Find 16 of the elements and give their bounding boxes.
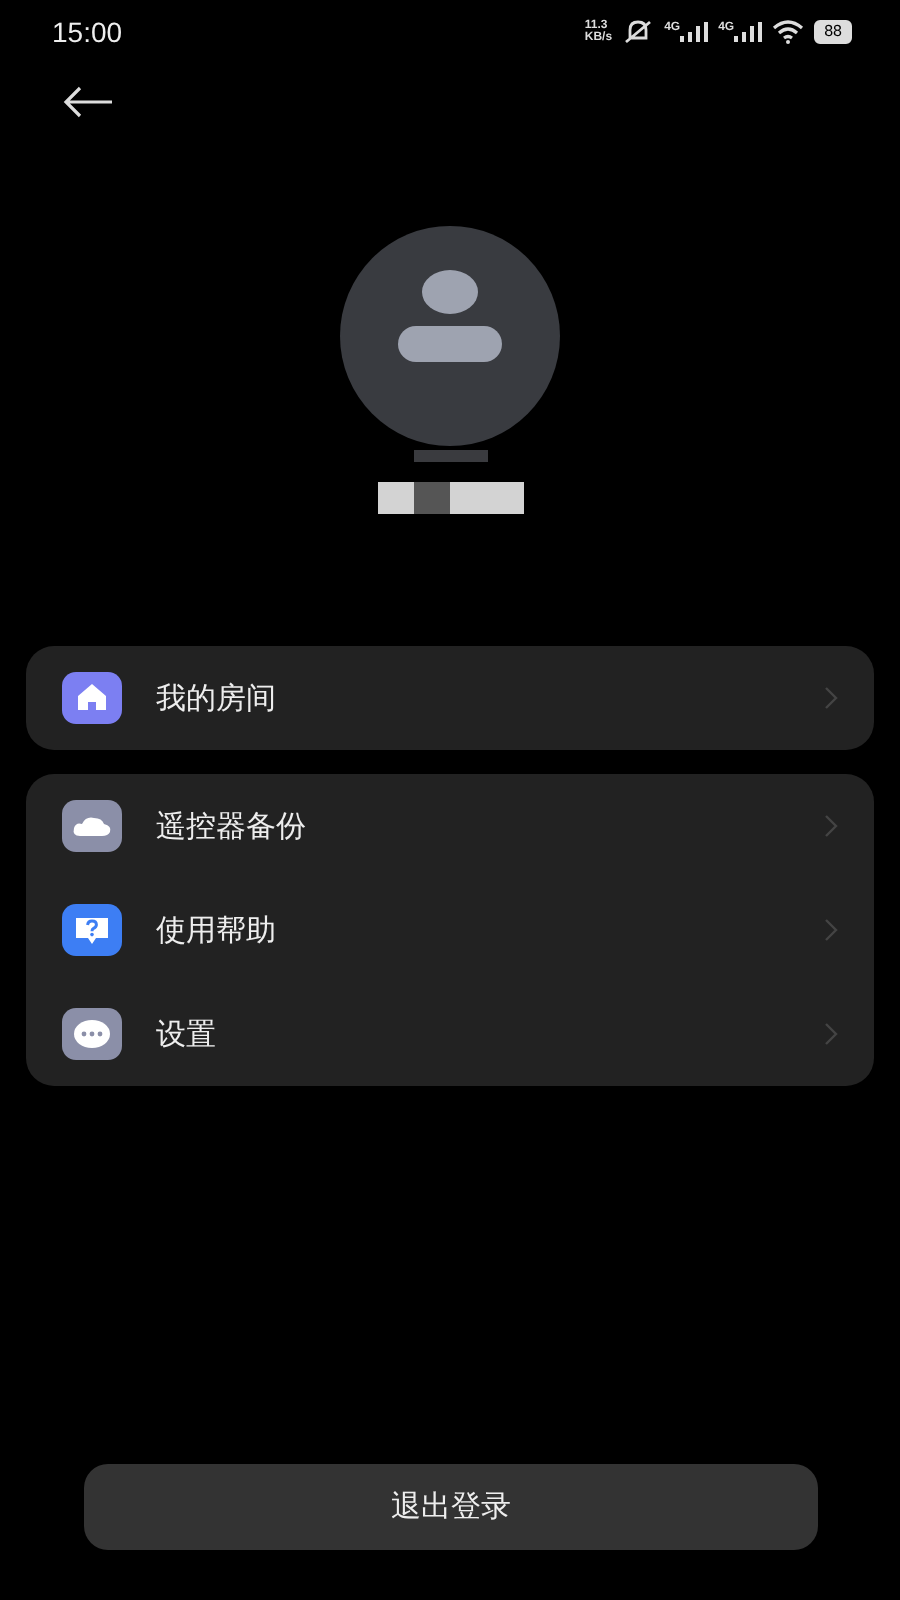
clock-time: 15:00 bbox=[52, 16, 123, 48]
muted-bell-icon bbox=[622, 20, 655, 44]
chevron-right-icon bbox=[824, 918, 838, 942]
back-arrow-icon[interactable] bbox=[62, 86, 114, 118]
menu-item[interactable]: 设置 bbox=[26, 982, 874, 1086]
battery-level: 88 bbox=[814, 20, 852, 44]
avatar-icon bbox=[340, 226, 560, 446]
menu-item[interactable]: 遥控器备份 bbox=[26, 774, 874, 878]
wifi-icon bbox=[772, 20, 805, 44]
chevron-right-icon bbox=[824, 1022, 838, 1046]
logout-button[interactable]: 退出登录 bbox=[84, 1464, 818, 1550]
menu-item[interactable]: 我的房间 bbox=[26, 646, 874, 750]
redacted-bar bbox=[413, 450, 487, 462]
menu-item[interactable]: 使用帮助 bbox=[26, 878, 874, 982]
chevron-right-icon bbox=[824, 814, 838, 838]
chevron-right-icon bbox=[824, 686, 838, 710]
